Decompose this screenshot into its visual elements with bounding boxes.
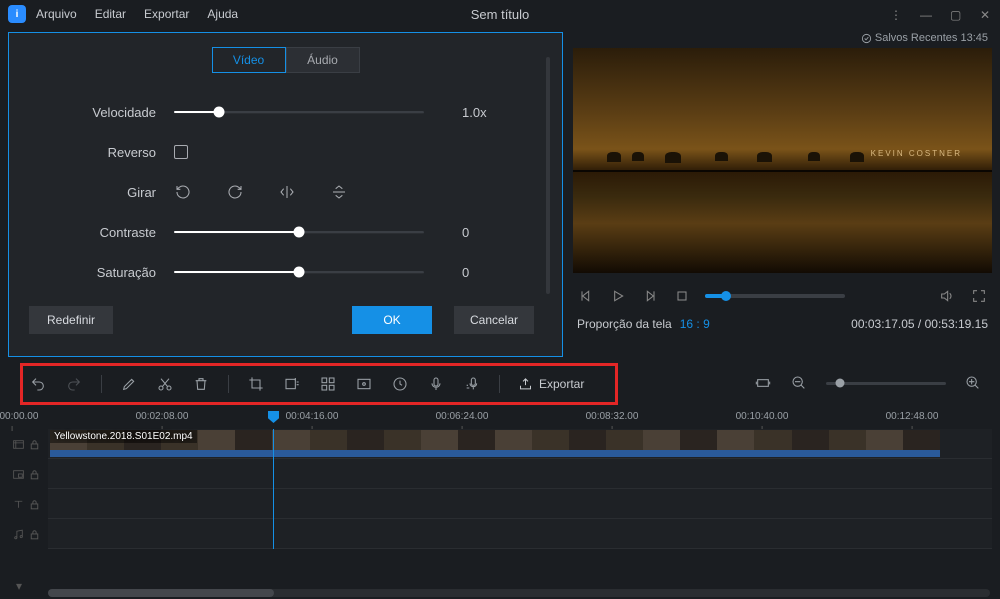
reverse-label: Reverso [19, 145, 174, 160]
contrast-slider[interactable] [174, 225, 424, 239]
ruler-tick: 00:04:16.00 [286, 411, 339, 422]
mosaic-button[interactable] [319, 375, 337, 393]
flip-vertical-icon[interactable] [330, 183, 348, 201]
separator [228, 375, 229, 393]
document-title: Sem título [471, 7, 530, 22]
watermark-button[interactable] [355, 375, 373, 393]
menu-file[interactable]: Arquivo [36, 7, 77, 21]
ruler-tick: 00:12:48.00 [886, 411, 939, 422]
pip-track[interactable] [48, 459, 992, 489]
zoom-out-button[interactable] [790, 374, 808, 392]
crop-button[interactable] [247, 375, 265, 393]
preview-panel: Salvos Recentes 13:45 KEVIN COSTNER [573, 32, 992, 357]
text-track-icon[interactable] [8, 489, 42, 519]
next-frame-button[interactable] [641, 287, 659, 305]
rotate-cw-icon[interactable] [226, 183, 244, 201]
prev-frame-button[interactable] [577, 287, 595, 305]
title-bar: i Arquivo Editar Exportar Ajuda Sem títu… [0, 0, 1000, 28]
mute-button[interactable] [938, 287, 956, 305]
window-controls: ⋮ — ▢ ✕ [890, 8, 992, 20]
rotate-label: Girar [19, 185, 174, 200]
timeline-tracks: Yellowstone.2018.S01E02.mp4 [8, 429, 992, 549]
flip-horizontal-icon[interactable] [278, 183, 296, 201]
tracks-expand-icon[interactable]: ▾ [16, 579, 22, 593]
toolbar-highlight: Exportar [20, 363, 618, 405]
tab-audio[interactable]: Áudio [286, 47, 360, 73]
stop-button[interactable] [673, 287, 691, 305]
main-menu: Arquivo Editar Exportar Ajuda [36, 7, 238, 21]
check-circle-icon [861, 33, 872, 44]
timeline: 00:00:00.0000:02:08.0000:04:16.0000:06:2… [8, 411, 992, 549]
panel-scrollbar[interactable] [546, 57, 550, 294]
volume-slider[interactable] [705, 294, 845, 298]
more-icon[interactable]: ⋮ [890, 8, 902, 20]
video-preview[interactable]: KEVIN COSTNER [573, 48, 992, 273]
ruler-tick: 00:02:08.00 [136, 411, 189, 422]
saturation-label: Saturação [19, 265, 174, 280]
fit-button[interactable] [754, 374, 772, 392]
timeline-clip[interactable]: Yellowstone.2018.S01E02.mp4 [50, 430, 940, 457]
contrast-label: Contraste [19, 225, 174, 240]
clip-label: Yellowstone.2018.S01E02.mp4 [50, 430, 197, 443]
timecode: 00:03:17.05 / 00:53:19.15 [851, 317, 988, 331]
timeline-scrollbar[interactable] [48, 589, 990, 597]
video-track[interactable]: Yellowstone.2018.S01E02.mp4 [48, 429, 992, 459]
playhead[interactable] [273, 429, 274, 549]
ruler-tick: 00:06:24.00 [436, 411, 489, 422]
aspect-ratio-value[interactable]: 16 : 9 [680, 317, 710, 331]
zoom-in-button[interactable] [964, 374, 982, 392]
undo-button[interactable] [29, 375, 47, 393]
audio-track-icon[interactable] [8, 519, 42, 549]
speed-button[interactable] [391, 375, 409, 393]
save-status: Salvos Recentes 13:45 [573, 32, 992, 48]
ruler-tick: 00:10:40.00 [736, 411, 789, 422]
aspect-ratio-label: Proporção da tela [577, 317, 672, 331]
play-button[interactable] [609, 287, 627, 305]
edit-button[interactable] [120, 375, 138, 393]
pip-track-icon[interactable] [8, 459, 42, 489]
app-logo: i [8, 5, 26, 23]
rotate-ccw-icon[interactable] [174, 183, 192, 201]
minimize-icon[interactable]: — [920, 8, 932, 20]
properties-panel: Vídeo Áudio Velocidade 1.0x Reverso Gira… [8, 32, 563, 357]
ruler-tick: 00:08:32.00 [586, 411, 639, 422]
speed-value: 1.0x [462, 105, 487, 120]
audio-button[interactable] [427, 375, 445, 393]
dub-button[interactable] [463, 375, 481, 393]
audio-track[interactable] [48, 519, 992, 549]
delete-button[interactable] [192, 375, 210, 393]
separator [499, 375, 500, 393]
preview-credit-text: KEVIN COSTNER [871, 149, 962, 158]
menu-edit[interactable]: Editar [95, 7, 126, 21]
add-media-button[interactable] [283, 375, 301, 393]
timeline-ruler[interactable]: 00:00:00.0000:02:08.0000:04:16.0000:06:2… [8, 411, 992, 429]
export-icon [518, 377, 533, 392]
cut-button[interactable] [156, 375, 174, 393]
reset-button[interactable]: Redefinir [29, 306, 113, 334]
maximize-icon[interactable]: ▢ [950, 8, 962, 20]
speed-label: Velocidade [19, 105, 174, 120]
zoom-slider[interactable] [826, 382, 946, 385]
text-track[interactable] [48, 489, 992, 519]
menu-export[interactable]: Exportar [144, 7, 189, 21]
ok-button[interactable]: OK [352, 306, 432, 334]
close-icon[interactable]: ✕ [980, 8, 992, 20]
speed-slider[interactable] [174, 105, 424, 119]
menu-help[interactable]: Ajuda [207, 7, 238, 21]
reverse-checkbox[interactable] [174, 145, 188, 159]
saturation-slider[interactable] [174, 265, 424, 279]
contrast-value: 0 [462, 225, 469, 240]
cancel-button[interactable]: Cancelar [454, 306, 534, 334]
ruler-tick: 00:00:00.00 [0, 411, 38, 422]
fullscreen-button[interactable] [970, 287, 988, 305]
export-button[interactable]: Exportar [518, 377, 584, 392]
tab-video[interactable]: Vídeo [212, 47, 286, 73]
video-track-icon[interactable] [8, 429, 42, 459]
saturation-value: 0 [462, 265, 469, 280]
redo-button[interactable] [65, 375, 83, 393]
separator [101, 375, 102, 393]
zoom-controls [754, 374, 982, 392]
playback-controls [573, 273, 992, 313]
